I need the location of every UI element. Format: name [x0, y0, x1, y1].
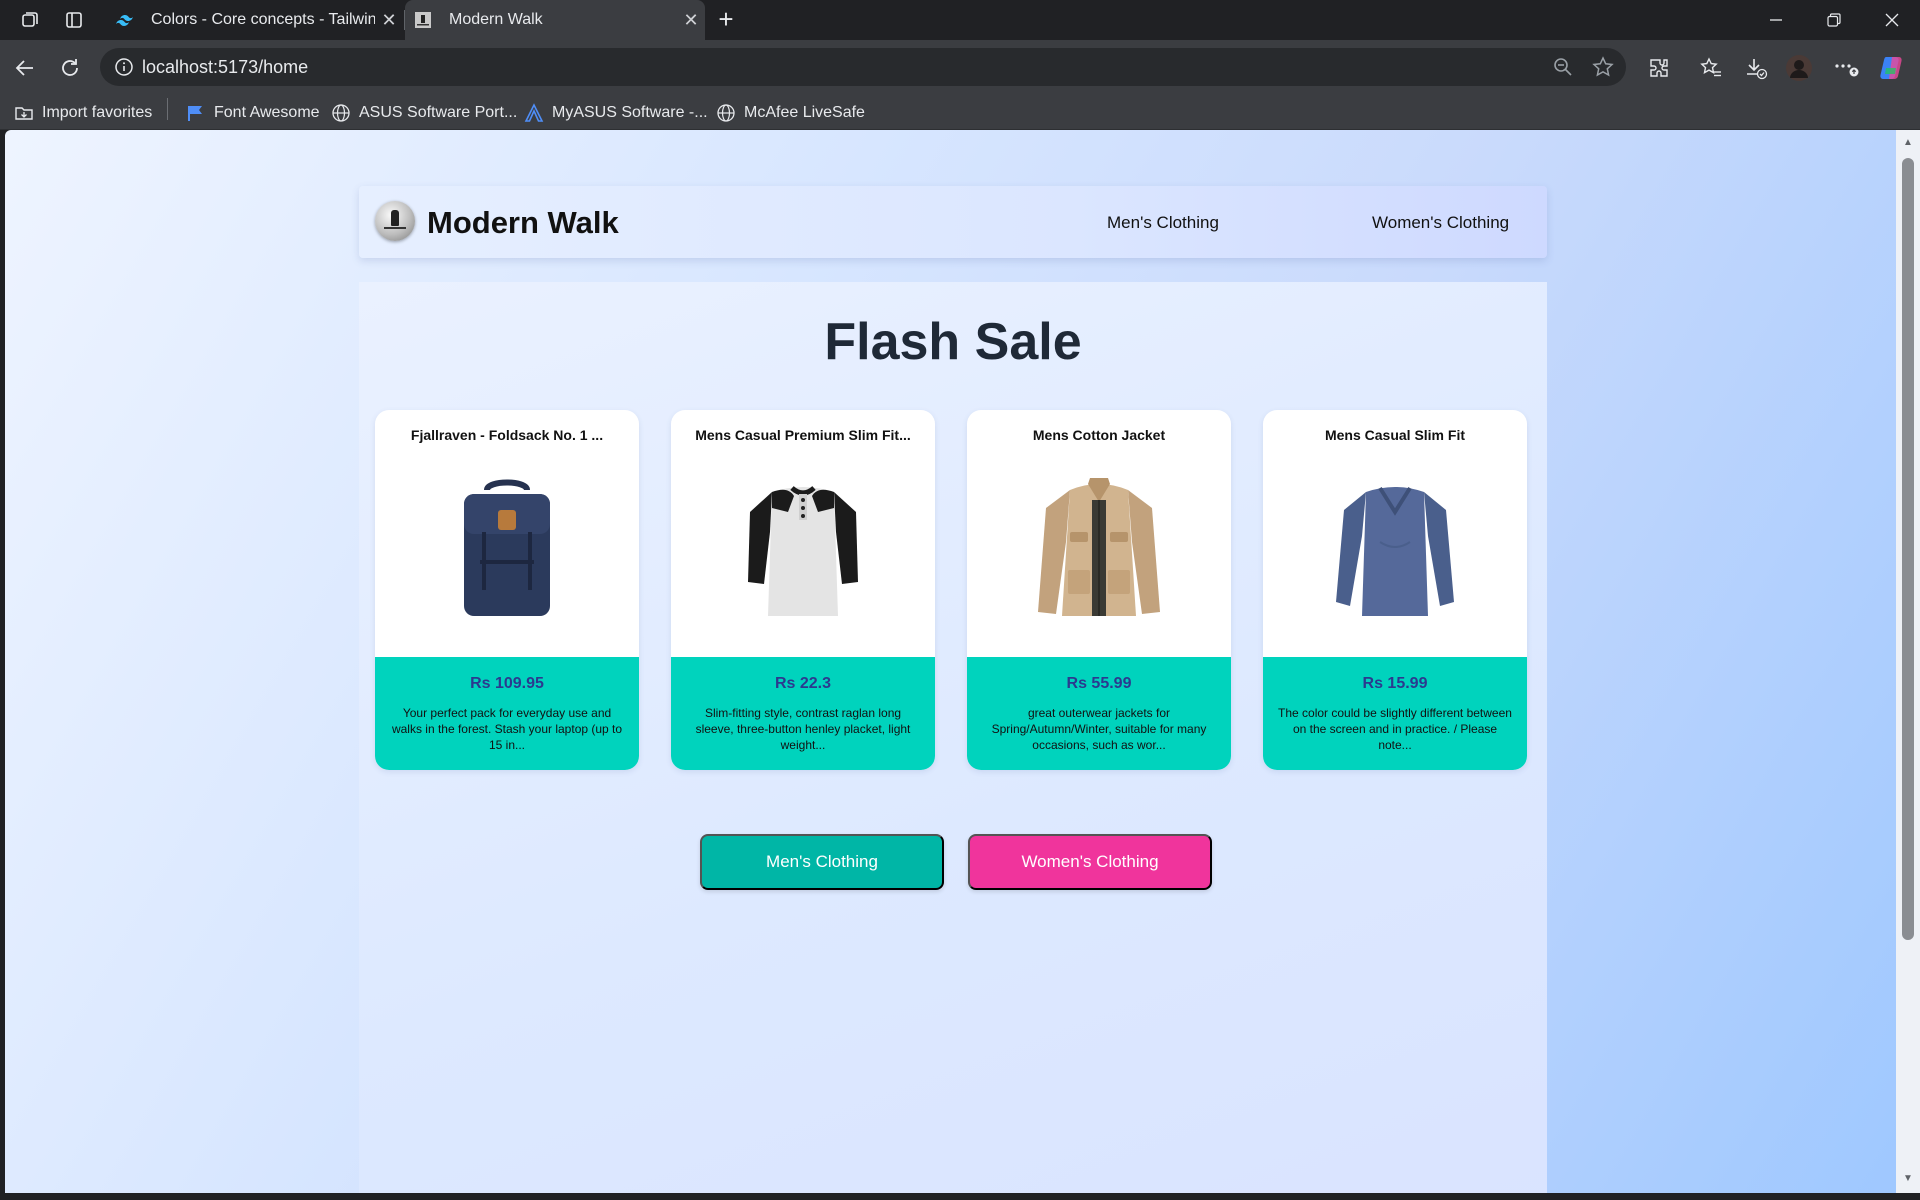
product-description: The color could be slightly different be… [1278, 706, 1512, 752]
site-favicon [413, 10, 433, 30]
product-info: Rs 55.99 great outerwear jackets for Spr… [967, 657, 1231, 770]
product-info: Rs 109.95 Your perfect pack for everyday… [375, 657, 639, 770]
bookmark-label: MyASUS Software -... [552, 104, 708, 121]
globe-icon [716, 103, 736, 123]
product-price: Rs 109.95 [470, 675, 544, 692]
product-card[interactable]: Mens Casual Slim Fit Rs 15.99 The color … [1263, 410, 1527, 770]
workspaces-icon[interactable] [18, 8, 42, 32]
asus-icon [524, 103, 544, 123]
nav-link-mens-clothing[interactable]: Men's Clothing [1107, 213, 1219, 233]
product-price: Rs 22.3 [774, 675, 832, 692]
cotton-jacket-image [1038, 478, 1160, 616]
product-name: Fjallraven - Foldsack No. 1 ... [410, 427, 604, 443]
site-info-icon[interactable] [114, 57, 134, 77]
bookmark-mcafee-livesafe[interactable]: McAfee LiveSafe [716, 102, 865, 124]
product-card[interactable]: Mens Casual Premium Slim Fit... Rs 22.3 … [671, 410, 935, 770]
back-icon[interactable] [11, 54, 39, 82]
product-price: Rs 15.99 [1362, 675, 1428, 692]
scroll-down-icon[interactable]: ▼ [1903, 1174, 1913, 1184]
product-name: Mens Cotton Jacket [1032, 427, 1166, 443]
scroll-up-icon[interactable]: ▲ [1903, 138, 1913, 148]
bookmark-label: McAfee LiveSafe [744, 104, 865, 121]
globe-icon [331, 103, 351, 123]
tab-tailwind-colors[interactable]: Colors - Core concepts - Tailwind ✕ [107, 0, 403, 40]
product-name: Mens Casual Slim Fit [1324, 427, 1466, 443]
product-card[interactable]: Fjallraven - Foldsack No. 1 ... Rs 109.9… [375, 410, 639, 770]
bookmark-asus-software-portal[interactable]: ASUS Software Port... [331, 102, 517, 124]
page-title: Flash Sale [824, 313, 1082, 371]
reload-icon[interactable] [56, 54, 84, 82]
product-info: Rs 15.99 The color could be slightly dif… [1263, 657, 1527, 770]
bookmark-myasus-software[interactable]: MyASUS Software -... [524, 102, 708, 124]
restore-icon[interactable] [1814, 6, 1854, 34]
address-bar[interactable]: localhost:5173/home [100, 48, 1626, 86]
flag-icon [186, 103, 206, 123]
close-tab-icon[interactable]: ✕ [375, 10, 403, 31]
mens-clothing-button[interactable]: Men's Clothing [700, 834, 944, 890]
tab-title: Colors - Core concepts - Tailwind [151, 11, 375, 28]
bookmarks-bar: Import favorites Font Awesome ASUS Softw… [0, 96, 1920, 130]
extensions-icon[interactable] [1645, 54, 1673, 82]
brand-name[interactable]: Modern Walk [427, 205, 619, 241]
bookmark-font-awesome[interactable]: Font Awesome [186, 102, 320, 124]
page-viewport: Modern Walk Men's Clothing Women's Cloth… [5, 130, 1896, 1193]
tab-title: Modern Walk [449, 11, 543, 28]
import-icon [14, 103, 34, 123]
product-description: Your perfect pack for everyday use and w… [391, 706, 623, 752]
minimize-icon[interactable] [1756, 6, 1796, 34]
url-text: localhost:5173/home [142, 57, 309, 77]
product-info: Rs 22.3 Slim-fitting style, contrast rag… [671, 657, 935, 770]
logo-figure [391, 210, 399, 226]
tab-modern-walk[interactable]: Modern Walk ✕ [405, 0, 705, 40]
profile-avatar-icon[interactable] [1785, 54, 1813, 82]
product-description: great outerwear jackets for Spring/Autum… [991, 706, 1207, 752]
slim-fit-tee-image [1336, 486, 1454, 616]
bookmark-label: Import favorites [42, 104, 153, 121]
product-price: Rs 55.99 [1066, 675, 1132, 692]
henley-shirt-image [748, 486, 858, 616]
favorites-icon[interactable] [1697, 54, 1725, 82]
brand-logo[interactable] [375, 201, 415, 241]
scrollbar-thumb[interactable] [1902, 158, 1914, 940]
vertical-tabs-icon[interactable] [62, 8, 86, 32]
window-bottom-edge [0, 1193, 1920, 1200]
new-tab-button[interactable]: + [712, 6, 740, 34]
backpack-image [464, 479, 550, 616]
page-scrollbar[interactable]: ▲ ▼ [1896, 130, 1920, 1193]
close-tab-icon[interactable]: ✕ [677, 10, 705, 31]
tailwind-icon [115, 10, 135, 30]
womens-clothing-button[interactable]: Women's Clothing [968, 834, 1212, 890]
site-header: Modern Walk Men's Clothing Women's Cloth… [359, 186, 1547, 258]
more-menu-icon[interactable] [1832, 54, 1860, 82]
bookmark-label: Font Awesome [214, 104, 320, 121]
product-name: Mens Casual Premium Slim Fit... [695, 427, 911, 443]
main-content: Flash Sale Fjallraven - Foldsack No. 1 .… [359, 282, 1547, 1193]
bookmark-import-favorites[interactable]: Import favorites [14, 102, 152, 124]
close-window-icon[interactable] [1872, 6, 1912, 34]
favorite-star-icon[interactable] [1592, 56, 1614, 78]
browser-tab-bar: Colors - Core concepts - Tailwind ✕ Mode… [0, 0, 1920, 40]
zoom-out-icon[interactable] [1552, 56, 1574, 78]
product-card[interactable]: Mens Cotton Jacket Rs 55.99 great outerw… [967, 410, 1231, 770]
nav-link-womens-clothing[interactable]: Women's Clothing [1372, 213, 1509, 233]
copilot-icon[interactable] [1878, 54, 1906, 82]
bookmark-label: ASUS Software Port... [359, 104, 518, 121]
address-toolbar: localhost:5173/home [0, 40, 1920, 96]
bookmarks-divider [167, 98, 168, 120]
downloads-icon[interactable] [1742, 54, 1770, 82]
logo-line [384, 227, 406, 229]
product-description: Slim-fitting style, contrast raglan long… [695, 706, 911, 752]
